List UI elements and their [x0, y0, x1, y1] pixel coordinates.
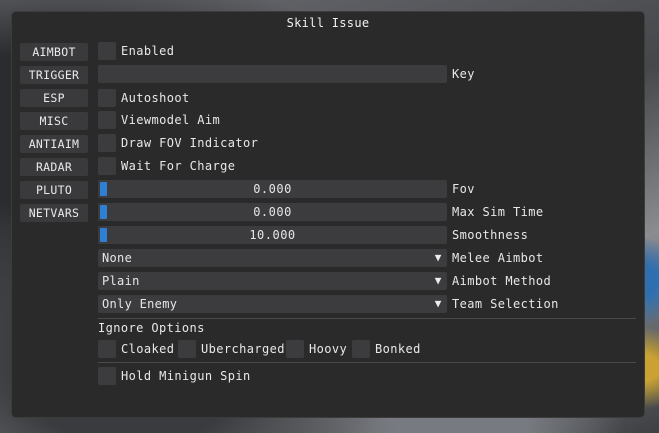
sidebar-item-trigger[interactable]: TRIGGER	[20, 66, 88, 84]
hold-minigun-spin-checkbox[interactable]	[98, 367, 116, 385]
team-selection-value: Only Enemy	[102, 297, 178, 311]
enabled-checkbox[interactable]	[98, 42, 116, 60]
window-title: Skill Issue	[286, 16, 370, 30]
viewmodel-aim-label: Viewmodel Aim	[121, 113, 221, 127]
ignore-hoovy-label: Hoovy	[309, 342, 348, 356]
menu-window: Skill Issue AIMBOT TRIGGER ESP MISC ANTI…	[12, 12, 644, 417]
ignore-bonked-checkbox[interactable]	[352, 340, 370, 358]
max-sim-time-slider[interactable]: 0.000	[98, 203, 447, 221]
fov-value: 0.000	[253, 182, 292, 196]
sidebar-item-antiaim[interactable]: ANTIAIM	[20, 135, 88, 153]
sidebar-item-pluto[interactable]: PLUTO	[20, 181, 88, 199]
hold-minigun-spin-label: Hold Minigun Spin	[121, 369, 251, 383]
ignore-cloaked-checkbox[interactable]	[98, 340, 116, 358]
fov-label: Fov	[452, 182, 475, 196]
team-selection-label: Team Selection	[452, 297, 559, 311]
melee-aimbot-value: None	[102, 251, 133, 265]
ignore-hoovy-checkbox[interactable]	[286, 340, 304, 358]
aimbot-method-label: Aimbot Method	[452, 274, 552, 288]
melee-aimbot-label: Melee Aimbot	[452, 251, 544, 265]
smoothness-label: Smoothness	[452, 228, 529, 242]
draw-fov-label: Draw FOV Indicator	[121, 136, 259, 150]
ignore-options-heading: Ignore Options	[98, 321, 205, 335]
key-label: Key	[452, 67, 475, 81]
chevron-down-icon[interactable]: ▼	[431, 295, 445, 313]
wait-for-charge-checkbox[interactable]	[98, 157, 116, 175]
sidebar-item-aimbot[interactable]: AIMBOT	[20, 43, 88, 61]
chevron-down-icon[interactable]: ▼	[431, 249, 445, 267]
aimbot-method-value: Plain	[102, 274, 140, 288]
viewmodel-aim-checkbox[interactable]	[98, 111, 116, 129]
sidebar-item-netvars[interactable]: NETVARS	[20, 204, 88, 222]
chevron-down-icon[interactable]: ▼	[431, 272, 445, 290]
autoshoot-label: Autoshoot	[121, 91, 190, 105]
autoshoot-checkbox[interactable]	[98, 89, 116, 107]
draw-fov-checkbox[interactable]	[98, 134, 116, 152]
sidebar-item-esp[interactable]: ESP	[20, 89, 88, 107]
key-bind-field[interactable]	[98, 65, 447, 83]
ignore-ubercharged-checkbox[interactable]	[178, 340, 196, 358]
max-sim-time-value: 0.000	[253, 205, 292, 219]
aimbot-method-combo[interactable]: Plain ▼	[98, 272, 447, 290]
ignore-ubercharged-label: Ubercharged	[201, 342, 285, 356]
separator	[98, 362, 636, 363]
ignore-cloaked-label: Cloaked	[121, 342, 175, 356]
melee-aimbot-combo[interactable]: None ▼	[98, 249, 447, 267]
smoothness-value: 10.000	[249, 228, 296, 242]
ignore-bonked-label: Bonked	[375, 342, 421, 356]
team-selection-combo[interactable]: Only Enemy ▼	[98, 295, 447, 313]
sidebar-item-radar[interactable]: RADAR	[20, 158, 88, 176]
fov-slider[interactable]: 0.000	[98, 180, 447, 198]
max-sim-time-label: Max Sim Time	[452, 205, 544, 219]
smoothness-slider[interactable]: 10.000	[98, 226, 447, 244]
enabled-label: Enabled	[121, 44, 175, 58]
sidebar-item-misc[interactable]: MISC	[20, 112, 88, 130]
wait-for-charge-label: Wait For Charge	[121, 159, 236, 173]
